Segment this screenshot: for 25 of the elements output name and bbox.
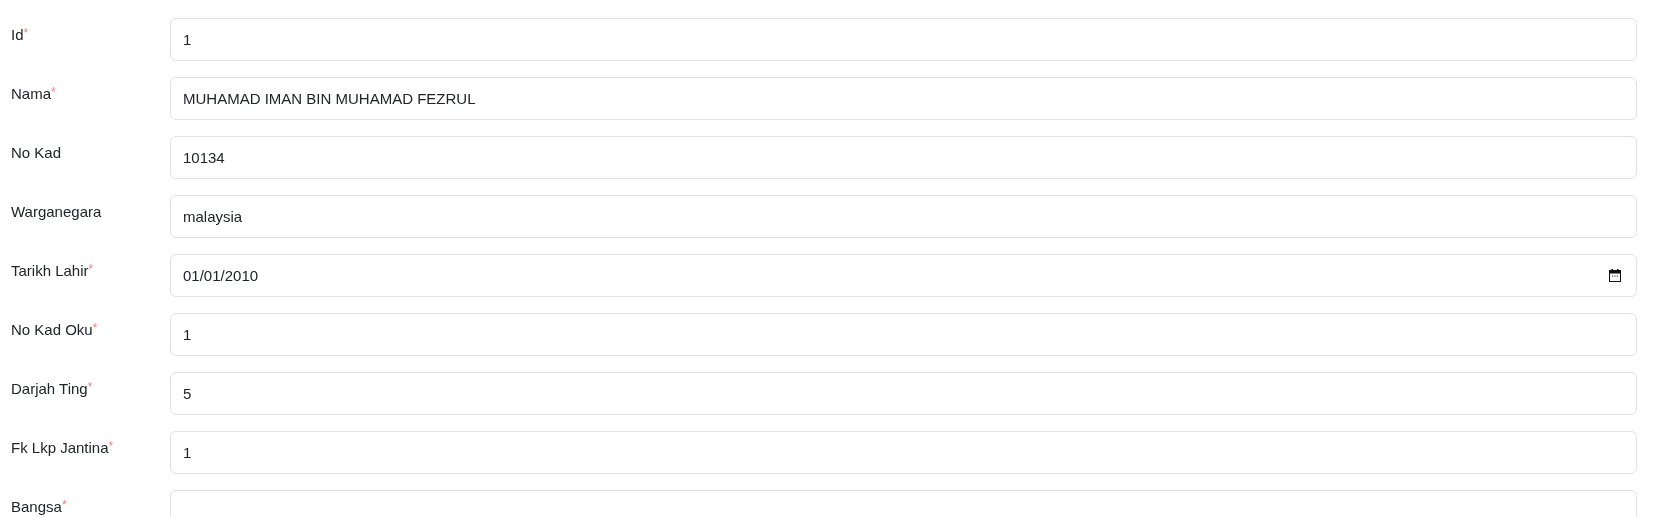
required-mark: * [88, 261, 94, 278]
input-field[interactable]: 10134 [170, 136, 1637, 179]
field-label: No Kad Oku [11, 320, 93, 340]
field-label: Id [11, 25, 24, 45]
input-field[interactable]: 5 [170, 372, 1637, 415]
input-field[interactable]: 1 [170, 18, 1637, 61]
required-mark: * [61, 497, 67, 512]
field-label: No Kad [11, 143, 62, 163]
input-field[interactable]: 1 [170, 431, 1637, 474]
required-mark: * [108, 438, 114, 455]
required-mark: * [23, 25, 29, 42]
required-mark: * [51, 84, 56, 101]
field-label: Warganegara [11, 202, 102, 222]
field-label: Fk Lkp Jantina [11, 438, 109, 458]
field-label: Bangsa [11, 497, 62, 517]
field-label: Tarikh Lahir [11, 261, 89, 281]
calendar-icon [1609, 269, 1621, 282]
required-mark: * [87, 379, 93, 394]
input-field[interactable]: malaysia [170, 195, 1637, 238]
date-field[interactable]: 01/01/2010 [170, 254, 1637, 297]
required-mark: * [92, 320, 98, 337]
field-label: Nama [11, 84, 51, 104]
field-label: Darjah Ting [11, 379, 88, 399]
input-field[interactable]: MUHAMAD IMAN BIN MUHAMAD FEZRUL [170, 77, 1637, 120]
input-field[interactable]: 1 [170, 313, 1637, 356]
